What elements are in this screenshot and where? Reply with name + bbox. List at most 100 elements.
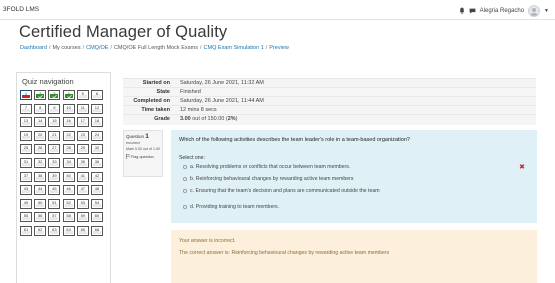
breadcrumb-quiz[interactable]: CMQ Exam Simulation 1: [204, 45, 264, 51]
question-nav-button[interactable]: 53: [76, 198, 89, 209]
attempt-summary-table: Started on Saturday, 26 June 2021, 11:32…: [123, 78, 536, 125]
question-nav-button[interactable]: 1: [20, 90, 32, 100]
question-nav-button[interactable]: 19: [20, 130, 32, 141]
question-nav-button[interactable]: 25: [20, 144, 32, 155]
question-nav-button[interactable]: 65: [76, 226, 89, 236]
question-nav-button[interactable]: 44: [34, 185, 47, 196]
incorrect-x-icon: ✖: [519, 164, 525, 171]
question-nav-button[interactable]: 32: [34, 158, 47, 168]
radio-icon[interactable]: [183, 165, 187, 169]
question-nav-button[interactable]: 10: [62, 103, 75, 114]
question-nav-button[interactable]: 16: [62, 117, 75, 128]
question-nav-button[interactable]: 7: [20, 103, 32, 114]
question-nav-button[interactable]: 62: [34, 226, 47, 236]
question-nav-status-bar: [78, 149, 87, 153]
radio-icon[interactable]: [183, 189, 187, 193]
question-nav-button[interactable]: 60: [91, 212, 103, 223]
feedback-incorrect: Your answer is incorrect.: [179, 238, 236, 244]
question-nav-button[interactable]: 34: [62, 158, 75, 168]
question-nav-button[interactable]: 50: [34, 198, 47, 209]
question-nav-button[interactable]: 15: [48, 117, 61, 128]
question-nav-button[interactable]: 23: [76, 130, 89, 141]
question-nav-button[interactable]: 33: [48, 158, 61, 168]
summary-key: Time taken: [141, 107, 170, 113]
question-nav-button[interactable]: 5: [76, 90, 89, 100]
question-nav-button[interactable]: 21: [48, 130, 61, 141]
question-nav-button[interactable]: 58: [62, 212, 75, 223]
question-nav-status-bar: [50, 163, 59, 166]
question-nav-button[interactable]: 56: [34, 212, 47, 223]
question-nav-status-bar: [78, 122, 87, 126]
question-nav-button[interactable]: 43: [20, 185, 32, 196]
answer-option-b[interactable]: b. Reinforcing behavioural changes by re…: [183, 175, 354, 183]
question-nav-button[interactable]: 20: [34, 130, 47, 141]
question-nav-status-bar: [64, 163, 73, 166]
question-nav-button[interactable]: 4: [62, 90, 75, 100]
answer-option-c[interactable]: c. Ensuring that the team's decision and…: [183, 187, 380, 195]
question-nav-button[interactable]: 8: [34, 103, 47, 114]
notification-bell-icon[interactable]: [459, 7, 465, 14]
breadcrumb-preview[interactable]: Preview: [269, 45, 289, 51]
user-avatar[interactable]: [528, 4, 541, 17]
radio-icon[interactable]: [183, 205, 187, 209]
question-nav-button[interactable]: 11: [76, 103, 89, 114]
question-nav-button[interactable]: 31: [20, 158, 32, 168]
question-nav-button[interactable]: 17: [76, 117, 89, 128]
question-nav-status-bar: [93, 108, 101, 112]
question-nav-button[interactable]: 6: [91, 90, 103, 100]
question-nav-button[interactable]: 35: [76, 158, 89, 168]
question-nav-button[interactable]: 37: [20, 171, 32, 182]
question-nav-button[interactable]: 57: [48, 212, 61, 223]
question-nav-button[interactable]: 64: [62, 226, 75, 236]
question-nav-button[interactable]: 51: [48, 198, 61, 209]
question-nav-button[interactable]: 59: [76, 212, 89, 223]
question-nav-button[interactable]: 40: [62, 171, 75, 182]
question-nav-button[interactable]: 45: [48, 185, 61, 196]
question-nav-button[interactable]: 38: [34, 171, 47, 182]
question-nav-button[interactable]: 42: [91, 171, 103, 182]
question-nav-button[interactable]: 66: [91, 226, 103, 236]
question-nav-button[interactable]: 47: [76, 185, 89, 196]
question-nav-button[interactable]: 39: [48, 171, 61, 182]
question-nav-button[interactable]: 30: [91, 144, 103, 155]
site-brand[interactable]: 3FOLD LMS: [3, 6, 39, 13]
question-nav-button[interactable]: 28: [62, 144, 75, 155]
question-nav-button[interactable]: 12: [91, 103, 103, 114]
summary-key: Completed on: [133, 98, 170, 104]
question-number: Question 1: [126, 133, 149, 140]
question-nav-button[interactable]: 41: [76, 171, 89, 182]
question-nav-button[interactable]: 13: [20, 117, 32, 128]
question-nav-button[interactable]: 27: [48, 144, 61, 155]
breadcrumb-dashboard[interactable]: Dashboard: [20, 45, 47, 51]
question-nav-button[interactable]: 3: [48, 90, 61, 100]
flag-question-button[interactable]: Flag question: [126, 154, 160, 159]
question-nav-button[interactable]: 14: [34, 117, 47, 128]
question-nav-button[interactable]: 36: [91, 158, 103, 168]
question-nav-button[interactable]: 52: [62, 198, 75, 209]
question-nav-button[interactable]: 61: [20, 226, 32, 236]
answer-option-d[interactable]: d. Providing training to team members.: [183, 203, 279, 211]
question-nav-button[interactable]: 54: [91, 198, 103, 209]
question-nav-button[interactable]: 9: [48, 103, 61, 114]
breadcrumb-course[interactable]: CMQ/OE: [86, 45, 108, 51]
question-nav-button[interactable]: 2: [34, 90, 47, 100]
question-nav-button[interactable]: 48: [91, 185, 103, 196]
question-nav-button[interactable]: 22: [62, 130, 75, 141]
chevron-down-icon[interactable]: ▼: [544, 8, 549, 14]
question-nav-button[interactable]: 63: [48, 226, 61, 236]
question-nav-button[interactable]: 24: [91, 130, 103, 141]
question-nav-button[interactable]: 18: [91, 117, 103, 128]
answer-option-a[interactable]: a. Resolving problems or conflicts that …: [183, 163, 350, 171]
question-nav-status-bar: [22, 122, 30, 126]
question-nav-button[interactable]: 49: [20, 198, 32, 209]
summary-value: Finished: [180, 89, 201, 95]
question-nav-button[interactable]: 26: [34, 144, 47, 155]
user-name[interactable]: Alegria Regacho: [480, 8, 524, 14]
question-nav-status-bar: [36, 135, 45, 139]
messages-icon[interactable]: [469, 8, 476, 14]
question-nav-button[interactable]: 29: [76, 144, 89, 155]
radio-icon[interactable]: [183, 177, 187, 181]
question-nav-status-bar: [78, 190, 87, 194]
question-nav-button[interactable]: 46: [62, 185, 75, 196]
question-nav-button[interactable]: 55: [20, 212, 32, 223]
